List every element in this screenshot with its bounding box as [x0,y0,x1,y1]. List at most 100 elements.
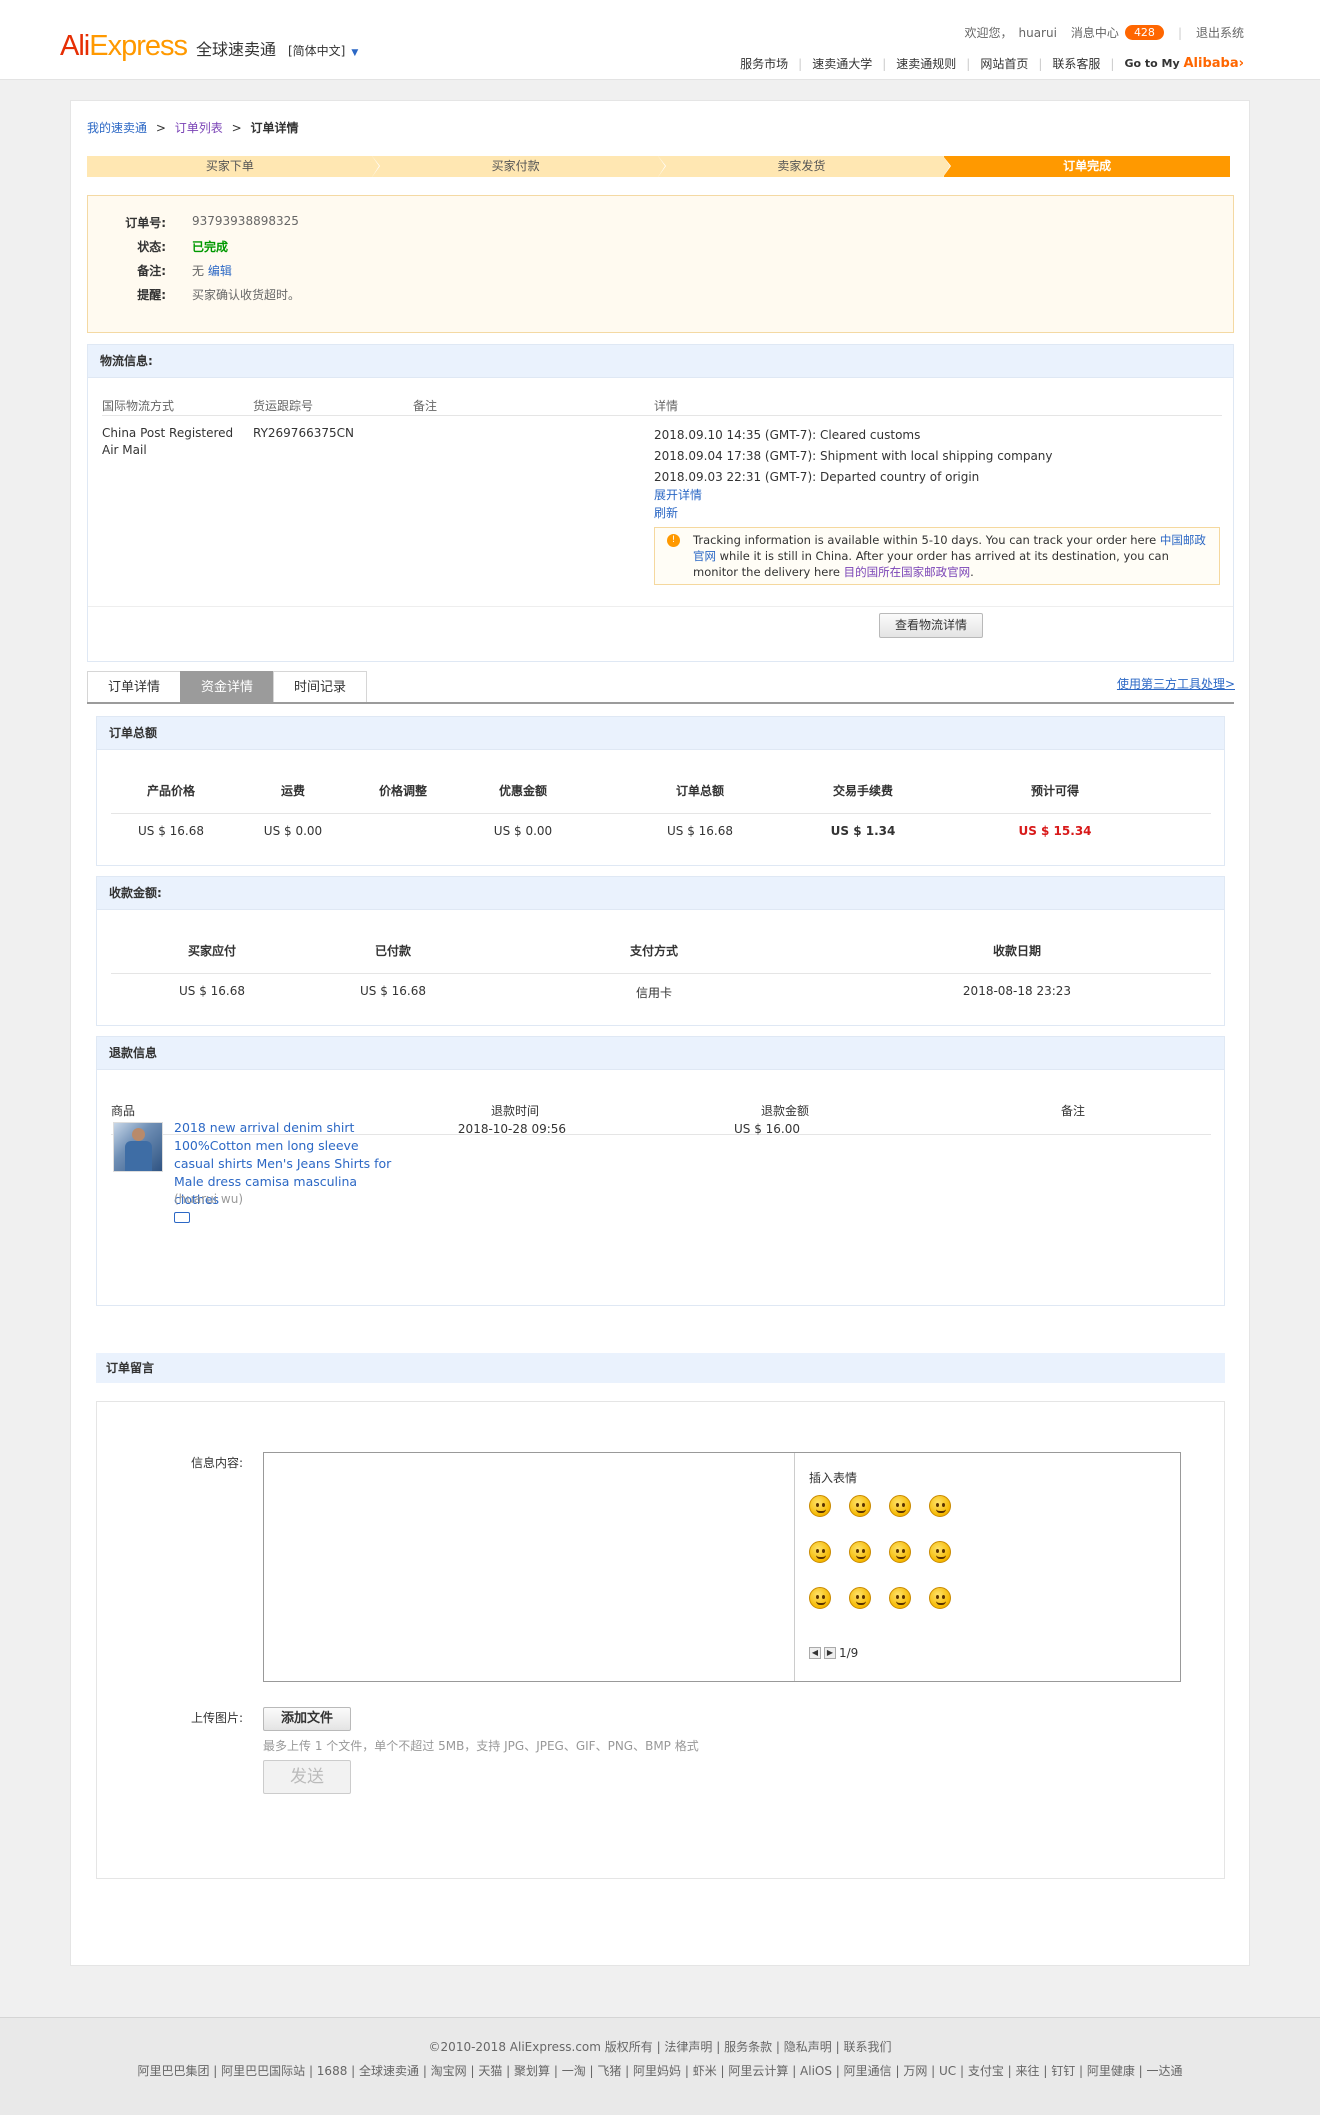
giggle-emoji-icon[interactable] [929,1495,951,1517]
col-product-price: 产品价格 [146,784,195,798]
detail-tabs: 订单详情 资金详情 时间记录 [87,671,368,702]
edit-remark-link[interactable]: 编辑 [208,264,232,278]
tab-time-log[interactable]: 时间记录 [273,671,368,702]
laugh-emoji-icon[interactable] [809,1541,831,1563]
message-form: 信息内容: 插入表情 ◀ ▶ 1/9 上传图片: 添加文件 最多上传 1 个文件… [96,1401,1225,1879]
cheeky-emoji-icon[interactable] [929,1587,951,1609]
col-remark: 备注 [413,399,438,413]
col-payment-method: 支付方式 [629,944,678,958]
refresh-link[interactable]: 刷新 [654,505,678,522]
breadcrumb-separator: > [231,121,242,135]
truck-icon[interactable] [174,1212,190,1223]
estimated-income: US $ 15.34 [1018,824,1092,838]
order-detail-card: 我的速卖通 > 订单列表 > 订单详情 买家下单 买家付款 卖家发货 订单完成 … [70,100,1250,1966]
message-count-badge[interactable]: 428 [1124,25,1164,40]
payment-section: 收款金额: 买家应付 已付款 支付方式 收款日期 US $ 16.68 US $… [96,876,1225,1026]
order-reminder-row: 提醒: 买家确认收货超时。 [137,288,301,302]
add-file-button[interactable]: 添加文件 [263,1707,351,1731]
col-buyer-payable: 买家应付 [187,944,236,958]
breadcrumb-order-list[interactable]: 订单列表 [175,121,223,135]
transaction-fee: US $ 1.34 [830,824,896,838]
col-shipping: 运费 [280,784,305,798]
send-button[interactable]: 发送 [263,1760,351,1794]
cover-mouth-emoji-icon[interactable] [889,1587,911,1609]
footer-copyright: ©2010-2018 AliExpress.com 版权所有 | 法律声明 | … [428,2040,892,2054]
tab-funds-detail[interactable]: 资金详情 [180,671,275,702]
divider: | [798,56,803,71]
step-buyer-pay: 买家付款 [372,156,666,177]
wink-emoji-icon[interactable] [849,1495,871,1517]
col-transaction-fee: 交易手续费 [832,784,893,798]
shipping-cost: US $ 0.00 [263,824,323,838]
logout-link[interactable]: 退出系统 [1196,24,1244,41]
divider: | [1038,56,1043,71]
emoji-panel-title: 插入表情 [809,1471,858,1485]
content-label: 信息内容: [190,1456,243,1470]
order-remark: 无 [192,264,205,278]
divider [87,702,1234,704]
breadcrumb-separator: > [155,121,166,135]
divider [111,973,1211,974]
next-page-icon[interactable]: ▶ [824,1647,836,1659]
language-selector[interactable]: [简体中文] ▼ [288,42,358,59]
tracking-event: 2018.09.10 14:35 (GMT-7): Cleared custom… [654,428,921,442]
logistics-title: 物流信息: [88,345,1233,378]
view-logistics-button[interactable]: 查看物流详情 [879,613,983,638]
breadcrumb-my-aliexpress[interactable]: 我的速卖通 [87,121,147,135]
order-number-row: 订单号: 93793938898325 [125,214,299,230]
refund-time: 2018-10-28 09:56 [457,1122,567,1136]
col-discount: 优惠金额 [498,784,547,798]
divider: | [882,56,887,71]
nav-rules[interactable]: 速卖通规则 [896,55,956,72]
tracking-tip: ! Tracking information is available with… [654,527,1220,585]
product-thumbnail[interactable] [113,1122,163,1172]
order-status-row: 状态: 已完成 [137,240,229,254]
breadcrumb-current: 订单详情 [250,121,299,135]
shy-emoji-icon[interactable] [929,1541,951,1563]
divider: | [1110,56,1115,71]
username-link[interactable]: huarui [1018,26,1056,40]
col-refund-amount: 退款金额 [760,1104,809,1118]
site-footer: ©2010-2018 AliExpress.com 版权所有 | 法律声明 | … [0,2017,1320,2115]
buyer-name: (huarui wu) [174,1192,244,1206]
tongue-emoji-icon[interactable] [889,1495,911,1517]
expand-details-link[interactable]: 展开详情 [654,487,702,504]
destination-post-link[interactable]: 目的国所在国家邮政官网 [844,565,971,579]
nav-home[interactable]: 网站首页 [980,55,1028,72]
nav-service-market[interactable]: 服务市场 [740,55,788,72]
prev-page-icon[interactable]: ◀ [809,1647,821,1659]
header-nav: 服务市场 | 速卖通大学 | 速卖通规则 | 网站首页 | 联系客服 | Go … [740,55,1244,72]
message-textarea[interactable] [264,1453,794,1681]
payment-date: 2018-08-18 23:23 [962,984,1072,998]
aliexpress-logo[interactable]: AliExpress [60,30,188,63]
refund-section: 退款信息 商品 退款时间 退款金额 备注 2018 new arrival de… [96,1036,1225,1306]
cry-laugh-emoji-icon[interactable] [889,1541,911,1563]
smile-emoji-icon[interactable] [809,1495,831,1517]
col-order-total: 订单总额 [675,784,724,798]
order-number: 93793938898325 [192,214,299,228]
message-title: 订单留言 [96,1353,1225,1383]
col-estimated-income: 预计可得 [1030,784,1079,798]
third-party-tools-link[interactable]: 使用第三方工具处理> [1117,675,1235,692]
site-header: AliExpress 全球速卖通 [简体中文] ▼ 欢迎您， huarui 消息中… [0,0,1320,80]
divider [794,1453,795,1681]
order-total-section: 订单总额 产品价格 运费 价格调整 优惠金额 订单总额 交易手续费 预计可得 U… [96,716,1225,866]
footer-group-links[interactable]: 阿里巴巴集团 | 阿里巴巴国际站 | 1688 | 全球速卖通 | 淘宝网 | … [0,2062,1320,2079]
message-center-link[interactable]: 消息中心 [1071,24,1119,41]
grin-emoji-icon[interactable] [849,1541,871,1563]
nav-contact[interactable]: 联系客服 [1052,55,1100,72]
dizzy-emoji-icon[interactable] [849,1587,871,1609]
divider [111,813,1211,814]
hug-emoji-icon[interactable] [809,1587,831,1609]
order-status: 已完成 [192,240,229,254]
upload-hint: 最多上传 1 个文件，单个不超过 5MB，支持 JPG、JPEG、GIF、PNG… [263,1739,699,1753]
tracking-event: 2018.09.03 22:31 (GMT-7): Departed count… [654,470,980,484]
order-total: US $ 16.68 [666,824,734,838]
nav-university[interactable]: 速卖通大学 [812,55,872,72]
col-payment-date: 收款日期 [992,944,1041,958]
tab-order-detail[interactable]: 订单详情 [87,671,182,702]
goto-my-alibaba-link[interactable]: Go to My Alibaba› [1124,56,1244,71]
order-reminder: 买家确认收货超时。 [192,288,301,302]
welcome-text: 欢迎您， [964,26,1013,40]
payment-method: 信用卡 [635,986,672,1000]
